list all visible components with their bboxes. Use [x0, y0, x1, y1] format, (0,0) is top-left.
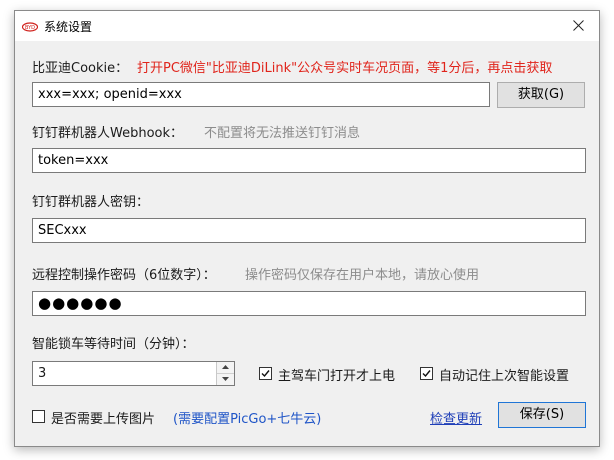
close-icon: [573, 20, 584, 31]
settings-window: BYD 系统设置 比亚迪Cookie： 打开PC微信"比亚迪DiLink"公众号…: [14, 10, 600, 447]
driver-door-checkbox[interactable]: [259, 367, 272, 380]
stepper-arrows: [216, 362, 234, 385]
webhook-hint: 不配置将无法推送钉钉消息: [204, 126, 361, 141]
stepper-up-button[interactable]: [217, 362, 234, 374]
webhook-input[interactable]: token=xxx: [32, 148, 586, 173]
remember-smart-checkbox[interactable]: [420, 367, 433, 380]
check-update-link[interactable]: 检查更新: [430, 408, 482, 427]
fetch-cookie-button[interactable]: 获取(G): [497, 82, 585, 108]
svg-text:BYD: BYD: [25, 25, 35, 31]
stepper-down-button[interactable]: [217, 374, 234, 385]
cookie-input[interactable]: xxx=xxx; openid=xxx: [32, 82, 490, 107]
lock-wait-stepper[interactable]: 3: [32, 361, 235, 386]
secret-input[interactable]: SECxxx: [32, 218, 586, 243]
close-button[interactable]: [559, 11, 599, 41]
app-logo-icon: BYD: [21, 21, 39, 32]
cookie-label: 比亚迪Cookie：: [32, 61, 129, 76]
remote-password-input[interactable]: ●●●●●●: [32, 291, 586, 316]
remote-password-label: 远程控制操作密码（6位数字）：: [32, 268, 216, 283]
window-title: 系统设置: [44, 20, 93, 34]
cookie-hint: 打开PC微信"比亚迪DiLink"公众号实时车况页面，等1分后，再点击获取: [137, 61, 553, 76]
chevron-down-icon: [222, 377, 229, 381]
secret-label: 钉钉群机器人密钥：: [32, 195, 150, 210]
remember-smart-label[interactable]: 自动记住上次智能设置: [439, 365, 569, 384]
lock-wait-label: 智能锁车等待时间（分钟）：: [32, 337, 195, 352]
chevron-up-icon: [222, 365, 229, 369]
upload-image-checkbox[interactable]: [32, 410, 45, 423]
upload-image-hint: (需要配置PicGo+七牛云): [173, 412, 322, 427]
checkmark-icon: [261, 370, 270, 378]
lock-wait-value: 3: [38, 366, 47, 381]
save-button[interactable]: 保存(S): [498, 402, 586, 428]
webhook-label: 钉钉群机器人Webhook：: [32, 126, 184, 141]
title-bar[interactable]: BYD 系统设置: [15, 11, 599, 41]
remote-password-hint: 操作密码仅保存在用户本地，请放心使用: [245, 268, 480, 283]
upload-image-label[interactable]: 是否需要上传图片: [51, 408, 155, 427]
checkmark-icon: [422, 370, 431, 378]
driver-door-label[interactable]: 主驾车门打开才上电: [278, 365, 395, 384]
